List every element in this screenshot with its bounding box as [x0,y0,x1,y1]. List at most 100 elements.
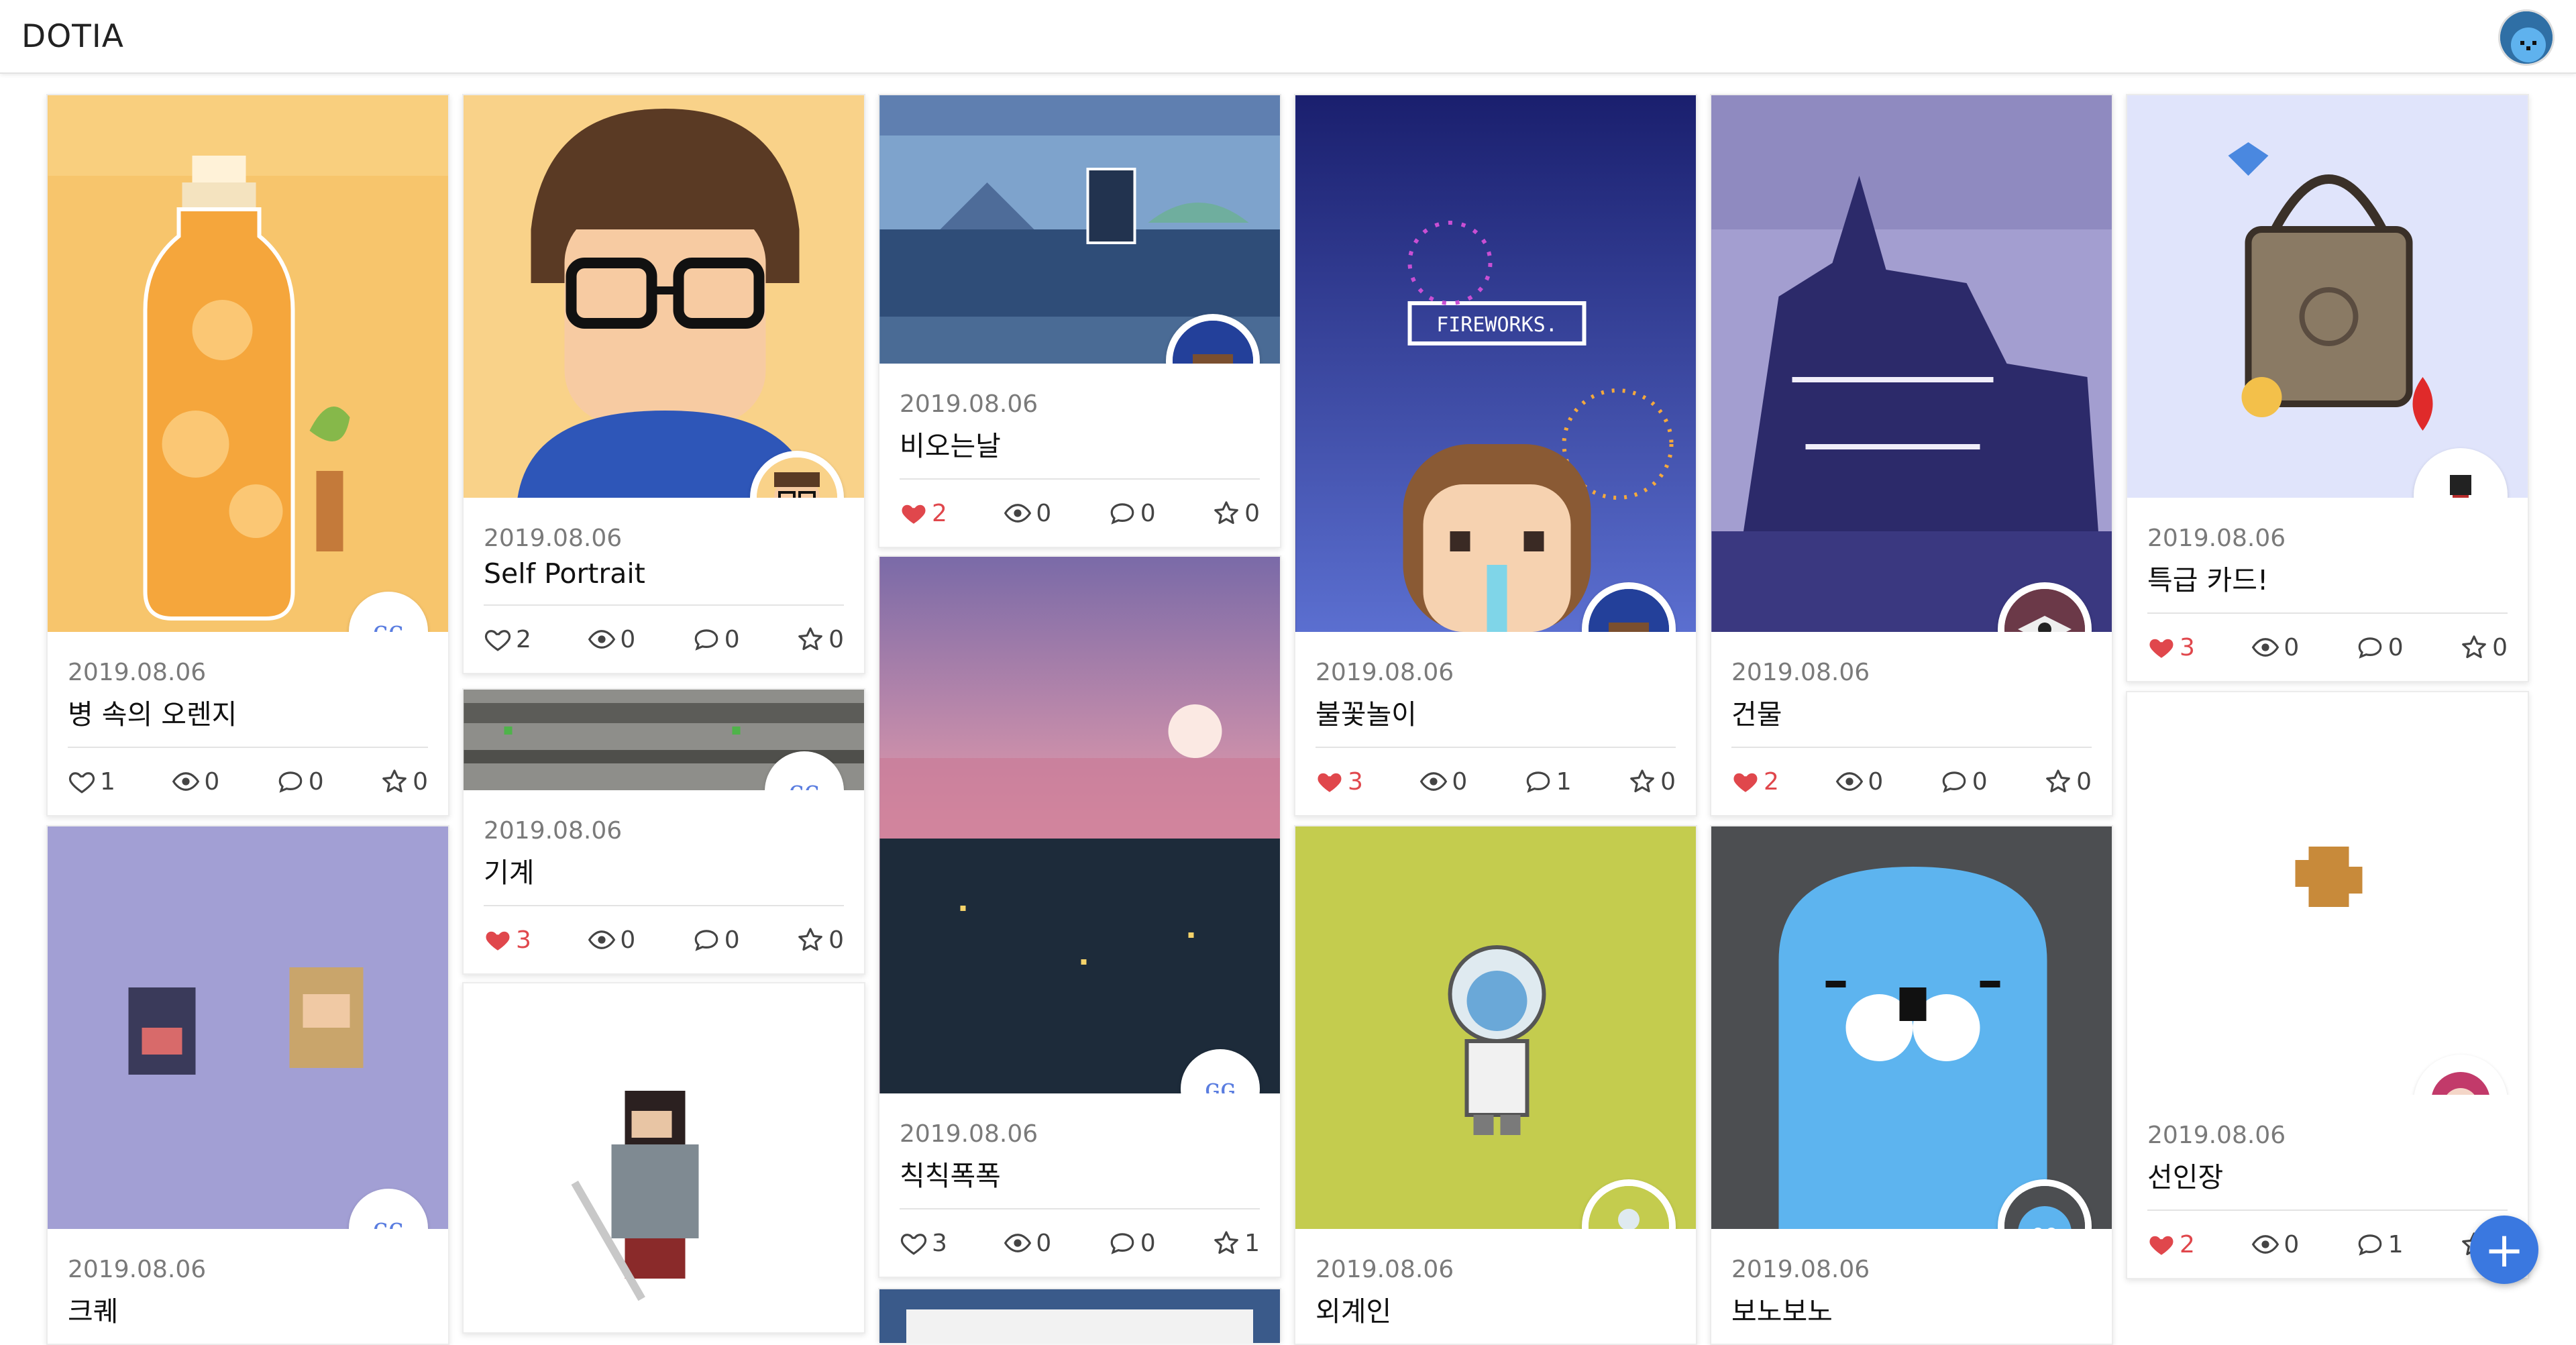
artwork-card[interactable]: 2019.08.06 특급 카드! 3 0 0 0 [2126,94,2529,682]
artwork-image[interactable] [879,1289,1280,1343]
artwork-card[interactable] [878,1288,1281,1343]
comment-icon [2356,633,2384,661]
knight-illustration [464,983,864,1332]
artwork-title[interactable]: 건물 [1731,692,2092,748]
fireworks-illustration: FIREWORKS. [1295,95,1696,632]
artwork-card[interactable] [462,982,865,1334]
comment-button[interactable]: 0 [276,767,324,796]
star-button[interactable]: 0 [796,926,844,954]
artwork-image[interactable]: ɢɢ [464,690,864,790]
artwork-title[interactable]: 선인장 [2147,1154,2508,1211]
star-button[interactable]: 0 [796,625,844,653]
star-button[interactable]: 0 [2460,633,2508,661]
like-button[interactable]: 2 [484,625,531,653]
artwork-stats: 2 0 0 0 [1731,748,2092,815]
author-avatar-icon [2420,1061,2501,1095]
star-button[interactable]: 0 [1212,499,1260,527]
artwork-title[interactable]: 외계인 [1316,1289,1676,1344]
artwork-card[interactable]: 2019.08.06 비오는날 2 0 0 0 [878,94,1281,548]
like-button[interactable]: 2 [900,499,947,527]
comment-button[interactable]: 0 [692,625,740,653]
comment-button[interactable]: 0 [2356,633,2404,661]
artwork-title[interactable]: 칙칙폭폭 [900,1153,1260,1209]
comment-button[interactable]: 0 [1108,499,1156,527]
author-signature-icon: ɢɢ [1204,1073,1236,1093]
artwork-title[interactable]: 보노보노 [1731,1289,2092,1344]
artwork-card[interactable]: ɢɢ 2019.08.06 병 속의 오렌지 1 0 0 0 [46,94,449,816]
add-artwork-button[interactable]: + [2470,1216,2538,1284]
eye-icon [2251,633,2279,661]
user-avatar[interactable] [2498,9,2555,66]
eye-icon [172,767,200,796]
artwork-title[interactable]: 크퀘 [68,1289,428,1344]
artwork-title[interactable]: 불꽃놀이 [1316,692,1676,748]
artwork-image[interactable] [2127,95,2528,498]
artwork-card[interactable]: 2019.08.06 선인장 2 0 1 0 [2126,691,2529,1279]
like-button[interactable]: 2 [2147,1230,2195,1258]
star-button[interactable]: 0 [1628,767,1676,796]
like-button[interactable]: 1 [68,767,115,796]
comment-button[interactable]: 1 [2356,1230,2404,1258]
artwork-date: 2019.08.06 [900,390,1038,418]
heart-icon [2147,633,2176,661]
plus-icon: + [2483,1222,2525,1278]
artwork-title[interactable]: 비오는날 [900,423,1260,480]
heart-icon [68,767,96,796]
author-avatar-icon [757,458,837,498]
like-button[interactable]: 3 [1316,767,1363,796]
artwork-card[interactable]: ɢɢ 2019.08.06 기계 3 0 0 0 [462,688,865,975]
artwork-image[interactable] [464,983,864,1332]
comment-button[interactable]: 0 [1108,1229,1156,1257]
artwork-image[interactable] [464,95,864,498]
comment-button[interactable]: 0 [692,926,740,954]
artwork-title[interactable]: 특급 카드! [2147,557,2508,614]
artwork-image[interactable] [1711,826,2112,1229]
artwork-image[interactable]: FIREWORKS. [1295,95,1696,632]
artwork-image[interactable] [2127,692,2528,1095]
like-button[interactable]: 3 [900,1229,947,1257]
artwork-stats: 2 0 0 0 [484,606,844,673]
star-icon [796,625,824,653]
brand-logo[interactable]: DOTIA [21,18,124,55]
artwork-card[interactable]: 2019.08.06 Self Portrait 2 0 0 0 [462,94,865,674]
comment-icon [1108,499,1136,527]
top-navigation-bar: DOTIA [0,0,2576,74]
artwork-card[interactable]: ɢɢ 2019.08.06 칙칙폭폭 3 0 0 1 [878,555,1281,1278]
cactus-illustration [2127,692,2528,1095]
artwork-card[interactable]: ɢɢ 2019.08.06 크퀘 [46,825,449,1345]
artwork-stats: 2 0 0 0 [900,480,1260,547]
star-button[interactable]: 1 [1212,1229,1260,1257]
like-button[interactable]: 2 [1731,767,1779,796]
star-icon [1212,1229,1240,1257]
eye-icon [1835,767,1864,796]
artwork-card[interactable]: 2019.08.06 보노보노 [1710,825,2113,1345]
artwork-card[interactable]: 2019.08.06 외계인 [1294,825,1697,1345]
comment-icon [692,625,720,653]
artwork-image[interactable]: ɢɢ [879,557,1280,1093]
like-button[interactable]: 3 [2147,633,2195,661]
train-city-illustration [879,557,1280,1093]
artwork-title[interactable]: Self Portrait [484,557,844,606]
artwork-image[interactable] [1711,95,2112,632]
artwork-image[interactable]: ɢɢ [48,95,448,632]
artwork-date: 2019.08.06 [1731,659,1870,686]
artwork-card[interactable]: FIREWORKS. 2019.08.06 불꽃놀이 3 0 1 0 [1294,94,1697,816]
artwork-title[interactable]: 병 속의 오렌지 [68,692,428,748]
artwork-image[interactable] [879,95,1280,364]
orange-bottle-illustration [48,95,448,632]
artwork-date: 2019.08.06 [68,1256,207,1283]
artwork-stats: 2 0 1 0 [2147,1211,2508,1278]
artwork-image[interactable] [1295,826,1696,1229]
comment-button[interactable]: 0 [1940,767,1988,796]
like-button[interactable]: 3 [484,926,531,954]
artwork-title[interactable]: 기계 [484,850,844,906]
star-button[interactable]: 0 [2044,767,2092,796]
comment-icon [1524,767,1552,796]
comment-icon [1108,1229,1136,1257]
artwork-image[interactable]: ɢɢ [48,826,448,1229]
artwork-card[interactable]: 2019.08.06 건물 2 0 0 0 [1710,94,2113,816]
views-count: 0 [172,767,219,796]
comment-button[interactable]: 1 [1524,767,1572,796]
kquest-characters-illustration [48,826,448,1229]
star-button[interactable]: 0 [380,767,428,796]
